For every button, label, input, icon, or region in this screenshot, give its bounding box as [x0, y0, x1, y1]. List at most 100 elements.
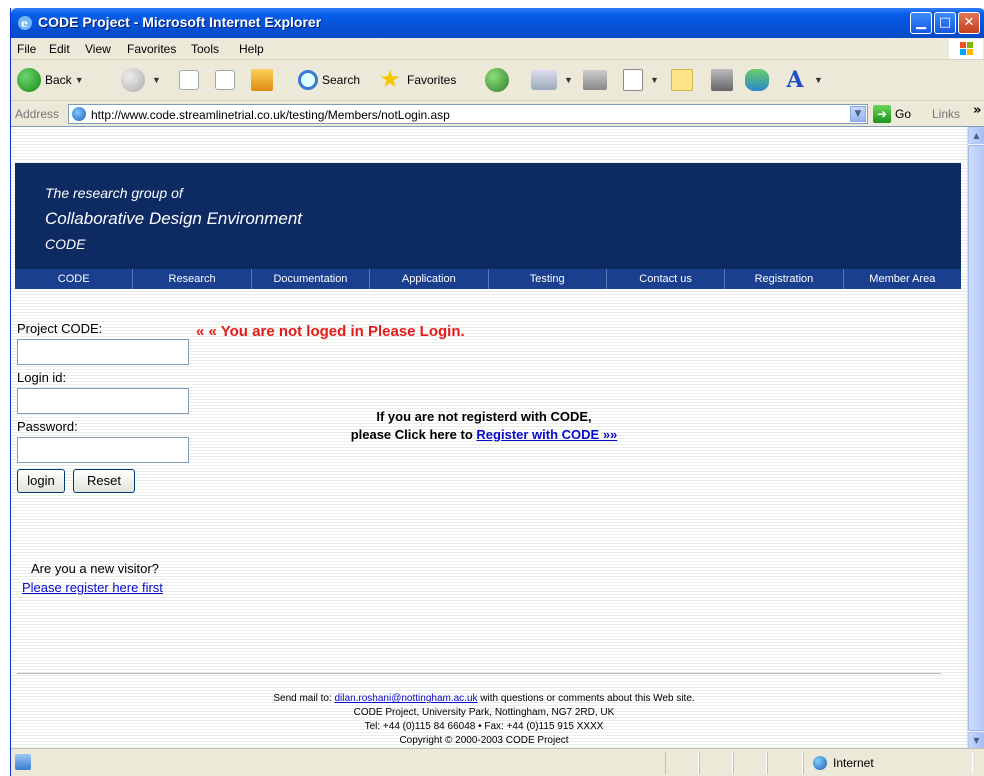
nav-item-documentation[interactable]: Documentation [252, 269, 371, 289]
menu-file[interactable]: File [17, 42, 36, 56]
refresh-icon [215, 70, 235, 90]
home-button[interactable] [251, 65, 277, 95]
new-visitor-text: Are you a new visitor? [31, 561, 159, 576]
search-icon [298, 70, 318, 90]
chevron-down-icon: ▼ [814, 75, 823, 85]
search-button[interactable]: Search [298, 65, 360, 95]
menu-help[interactable]: Help [239, 42, 264, 56]
go-label: Go [895, 107, 912, 121]
scroll-down-icon[interactable]: ▼ [968, 732, 984, 748]
chevron-down-icon[interactable]: ▼ [850, 106, 866, 122]
go-arrow-icon: ➜ [873, 105, 891, 123]
chevron-down-icon: ▼ [74, 75, 84, 85]
project-code-label: Project CODE: [17, 321, 103, 336]
footer-mail-line: Send mail to: dilan.roshani@nottingham.a… [11, 692, 957, 706]
register-prompt-text: please Click here to [350, 427, 477, 442]
edit-icon [623, 69, 643, 91]
nav-item-code[interactable]: CODE [15, 269, 134, 289]
favorites-star-icon: ★ [379, 66, 401, 93]
edit-button[interactable]: ▼ [623, 65, 659, 95]
internet-zone-icon [813, 756, 827, 770]
minimize-button[interactable]: ▁ [910, 12, 932, 34]
chevron-down-icon: ▼ [650, 75, 659, 85]
mail-button[interactable]: ▼ [531, 65, 573, 95]
menu-favorites[interactable]: Favorites [127, 42, 176, 56]
font-icon: A [786, 67, 804, 93]
forward-button[interactable]: ▼ [121, 65, 161, 95]
favorites-button[interactable]: ★ Favorites [377, 65, 456, 95]
address-url[interactable]: http://www.code.streamlinetrial.co.uk/te… [91, 108, 450, 122]
internet-zone-label: Internet [833, 756, 874, 770]
research-button[interactable] [711, 65, 737, 95]
font-button[interactable]: A ▼ [783, 65, 823, 95]
nav-item-contact-us[interactable]: Contact us [607, 269, 726, 289]
footer-email-link[interactable]: dilan.roshani@nottingham.ac.uk [335, 693, 478, 704]
favorites-label: Favorites [407, 73, 457, 87]
close-button[interactable]: ✕ [958, 12, 980, 34]
register-with-code-link[interactable]: Register with CODE »» [476, 427, 617, 442]
back-icon [17, 68, 41, 92]
title-bar[interactable]: e CODE Project - Microsoft Internet Expl… [11, 8, 984, 38]
nav-item-member-area[interactable]: Member Area [844, 269, 961, 289]
browser-window: e CODE Project - Microsoft Internet Expl… [10, 8, 984, 776]
reset-button[interactable]: Reset [73, 469, 135, 493]
refresh-button[interactable] [215, 65, 239, 95]
footer-address: CODE Project, University Park, Nottingha… [353, 707, 615, 718]
status-segment [767, 752, 803, 774]
header-tagline-line: CODE [45, 236, 86, 252]
address-input[interactable]: http://www.code.streamlinetrial.co.uk/te… [68, 104, 868, 124]
project-code-input[interactable] [17, 339, 189, 365]
note-button[interactable] [671, 65, 697, 95]
search-label: Search [322, 73, 361, 87]
register-prompt-line: If you are not registerd with CODE, [376, 409, 592, 424]
scroll-up-icon[interactable]: ▲ [968, 127, 984, 144]
links-label[interactable]: Links [932, 107, 960, 121]
page-icon [72, 107, 86, 121]
note-icon [671, 69, 693, 91]
nav-item-testing[interactable]: Testing [489, 269, 607, 289]
nav-item-registration[interactable]: Registration [725, 269, 844, 289]
address-bar: Address http://www.code.streamlinetrial.… [11, 102, 984, 126]
stop-button[interactable] [179, 65, 203, 95]
menu-edit[interactable]: Edit [49, 42, 70, 56]
menu-tools[interactable]: Tools [191, 42, 219, 56]
status-bar: Internet [11, 748, 984, 776]
footer-copyright: Copyright © 2000-2003 CODE Project [399, 735, 569, 746]
scrollbar-thumb[interactable] [968, 145, 984, 731]
ie-icon: e [17, 15, 33, 31]
status-segment [699, 752, 733, 774]
status-segment [665, 752, 699, 774]
login-button[interactable]: login [17, 469, 65, 493]
chevron-down-icon: ▼ [152, 75, 161, 85]
maximize-button[interactable]: □ [934, 12, 956, 34]
vertical-scrollbar[interactable]: ▲ ▼ [967, 127, 984, 748]
home-icon [251, 69, 273, 91]
web-page: The research group of Collaborative Desi… [11, 127, 967, 748]
status-zone-segment [803, 752, 973, 774]
nav-item-research[interactable]: Research [133, 269, 252, 289]
go-button[interactable]: ➜ Go [873, 105, 911, 123]
history-button[interactable] [485, 65, 513, 95]
header-tagline-line: Collaborative Design Environment [45, 209, 303, 228]
nav-item-application[interactable]: Application [370, 269, 489, 289]
login-id-label: Login id: [17, 370, 67, 385]
not-logged-in-message: « « You are not loged in Please Login. [196, 323, 465, 340]
back-button[interactable]: Back ▼ [17, 65, 84, 95]
register-here-first-link[interactable]: Please register here first [22, 580, 163, 595]
windows-logo-icon [949, 39, 983, 59]
footer-mail-prefix: Send mail to: [273, 693, 335, 704]
links-chevron-icon[interactable]: » [973, 103, 981, 118]
messenger-button[interactable] [745, 65, 773, 95]
footer-contact: Tel: +44 (0)115 84 66048 • Fax: +44 (0)1… [364, 721, 604, 732]
print-button[interactable] [583, 65, 611, 95]
research-icon [711, 69, 733, 91]
back-label: Back [45, 73, 72, 87]
footer: Send mail to: dilan.roshani@nottingham.a… [11, 692, 957, 748]
site-nav: CODE Research Documentation Application … [15, 269, 961, 289]
site-header: The research group of Collaborative Desi… [15, 163, 961, 275]
mail-icon [531, 70, 557, 90]
history-icon [485, 68, 509, 92]
footer-mail-suffix: with questions or comments about this We… [477, 693, 695, 704]
page-status-icon [15, 754, 31, 770]
menu-view[interactable]: View [85, 42, 111, 56]
